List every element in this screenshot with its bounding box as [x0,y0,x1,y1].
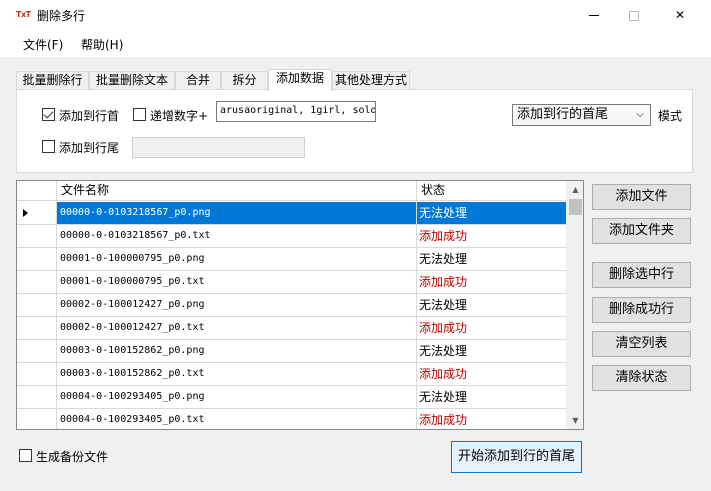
add-to-tail-label: 添加到行尾 [59,141,120,155]
close-button[interactable]: ✕ [657,0,703,31]
maximize-icon [629,10,639,21]
status-cell[interactable]: 无法处理 [417,294,568,317]
add-folder-button[interactable]: 添加文件夹 [592,218,691,244]
start-button[interactable]: 开始添加到行的首尾 [451,441,582,473]
minimize-icon [589,15,599,16]
table-row[interactable]: 00003-0-100152862_p0.png 无法处理 [17,340,568,363]
add-to-head-checkbox[interactable] [42,108,55,121]
status-cell[interactable]: 无法处理 [417,202,568,225]
status-cell[interactable]: 无法处理 [417,340,568,363]
column-header-status[interactable]: 状态 [417,181,568,201]
chevron-down-icon: ⌵ [636,109,644,120]
row-header[interactable] [17,294,57,317]
mode-label: 模式 [658,109,683,123]
filename-cell[interactable]: 00003-0-100152862_p0.txt [57,363,417,386]
mode-select[interactable]: 添加到行的首尾 ⌵ [512,104,651,126]
add-text-input[interactable]: arusaoriginal, 1girl, solo [216,101,376,122]
row-header[interactable] [17,409,57,429]
scroll-up-icon[interactable]: ▲ [567,181,583,198]
file-list-grid[interactable]: 文件名称 状态 00000-0-0103218567_p0.png 无法处理 0… [16,180,584,430]
backup-checkbox[interactable] [19,449,32,462]
filename-cell[interactable]: 00002-0-100012427_p0.txt [57,317,417,340]
menu-help[interactable]: 帮助(H) [81,36,123,53]
filename-cell[interactable]: 00000-0-0103218567_p0.png [57,202,417,225]
status-cell[interactable]: 无法处理 [417,248,568,271]
delete-success-button[interactable]: 删除成功行 [592,297,691,323]
tab-split[interactable]: 拆分 [221,71,268,90]
row-header[interactable] [17,225,57,248]
table-row[interactable]: 00001-0-100000795_p0.png 无法处理 [17,248,568,271]
filename-cell[interactable]: 00001-0-100000795_p0.png [57,248,417,271]
filename-cell[interactable]: 00004-0-100293405_p0.txt [57,409,417,429]
vertical-scrollbar[interactable]: ▲ ▼ [566,181,583,429]
filename-cell[interactable]: 00001-0-100000795_p0.txt [57,271,417,294]
title-bar: TxT 删除多行 ✕ [0,0,711,31]
status-cell[interactable]: 添加成功 [417,225,568,248]
increment-number-checkbox[interactable] [133,108,146,121]
row-header[interactable] [17,202,57,225]
table-row[interactable]: 00000-0-0103218567_p0.txt 添加成功 [17,225,568,248]
add-to-tail-checkbox[interactable] [42,140,55,153]
app-icon: TxT [16,10,31,19]
mode-select-value: 添加到行的首尾 [517,107,609,122]
clear-list-button[interactable]: 清空列表 [592,331,691,357]
tab-add-data[interactable]: 添加数据 [268,69,332,91]
add-data-panel: 添加到行首 递增数字+ arusaoriginal, 1girl, solo 添… [16,89,693,173]
tab-other-methods[interactable]: 其他处理方式 [332,71,410,90]
table-row[interactable]: 00004-0-100293405_p0.txt 添加成功 [17,409,568,429]
menu-file[interactable]: 文件(F) [23,36,63,53]
tail-text-input[interactable] [132,137,305,158]
tab-merge[interactable]: 合并 [175,71,221,90]
filename-cell[interactable]: 00004-0-100293405_p0.png [57,386,417,409]
filename-cell[interactable]: 00003-0-100152862_p0.png [57,340,417,363]
row-header[interactable] [17,317,57,340]
row-header-corner [17,181,57,201]
add-file-button[interactable]: 添加文件 [592,184,691,210]
status-cell[interactable]: 添加成功 [417,363,568,386]
delete-selected-button[interactable]: 删除选中行 [592,262,691,288]
tab-batch-delete-lines[interactable]: 批量删除行 [16,71,89,90]
table-row[interactable]: 00000-0-0103218567_p0.png 无法处理 [17,202,568,225]
scrollbar-thumb[interactable] [569,199,582,215]
backup-label: 生成备份文件 [36,450,109,464]
row-header[interactable] [17,363,57,386]
grid-header: 文件名称 状态 [17,181,568,201]
row-header[interactable] [17,386,57,409]
table-row[interactable]: 00003-0-100152862_p0.txt 添加成功 [17,363,568,386]
row-header[interactable] [17,271,57,294]
table-row[interactable]: 00002-0-100012427_p0.txt 添加成功 [17,317,568,340]
filename-cell[interactable]: 00000-0-0103218567_p0.txt [57,225,417,248]
status-cell[interactable]: 添加成功 [417,409,568,429]
clear-status-button[interactable]: 清除状态 [592,365,691,391]
column-header-filename[interactable]: 文件名称 [57,181,417,201]
table-row[interactable]: 00004-0-100293405_p0.png 无法处理 [17,386,568,409]
close-icon: ✕ [674,8,686,22]
maximize-button[interactable] [611,0,657,31]
filename-cell[interactable]: 00002-0-100012427_p0.png [57,294,417,317]
window-title: 删除多行 [37,9,86,23]
status-cell[interactable]: 添加成功 [417,271,568,294]
current-row-icon [23,209,28,217]
menu-bar: 文件(F) 帮助(H) [0,31,711,57]
status-cell[interactable]: 添加成功 [417,317,568,340]
table-row[interactable]: 00002-0-100012427_p0.png 无法处理 [17,294,568,317]
increment-number-label: 递增数字+ [150,109,209,123]
row-header[interactable] [17,248,57,271]
row-header[interactable] [17,340,57,363]
status-cell[interactable]: 无法处理 [417,386,568,409]
table-row[interactable]: 00001-0-100000795_p0.txt 添加成功 [17,271,568,294]
tab-batch-delete-text[interactable]: 批量删除文本 [89,71,175,90]
add-to-head-label: 添加到行首 [59,109,120,123]
scroll-down-icon[interactable]: ▼ [567,412,583,429]
